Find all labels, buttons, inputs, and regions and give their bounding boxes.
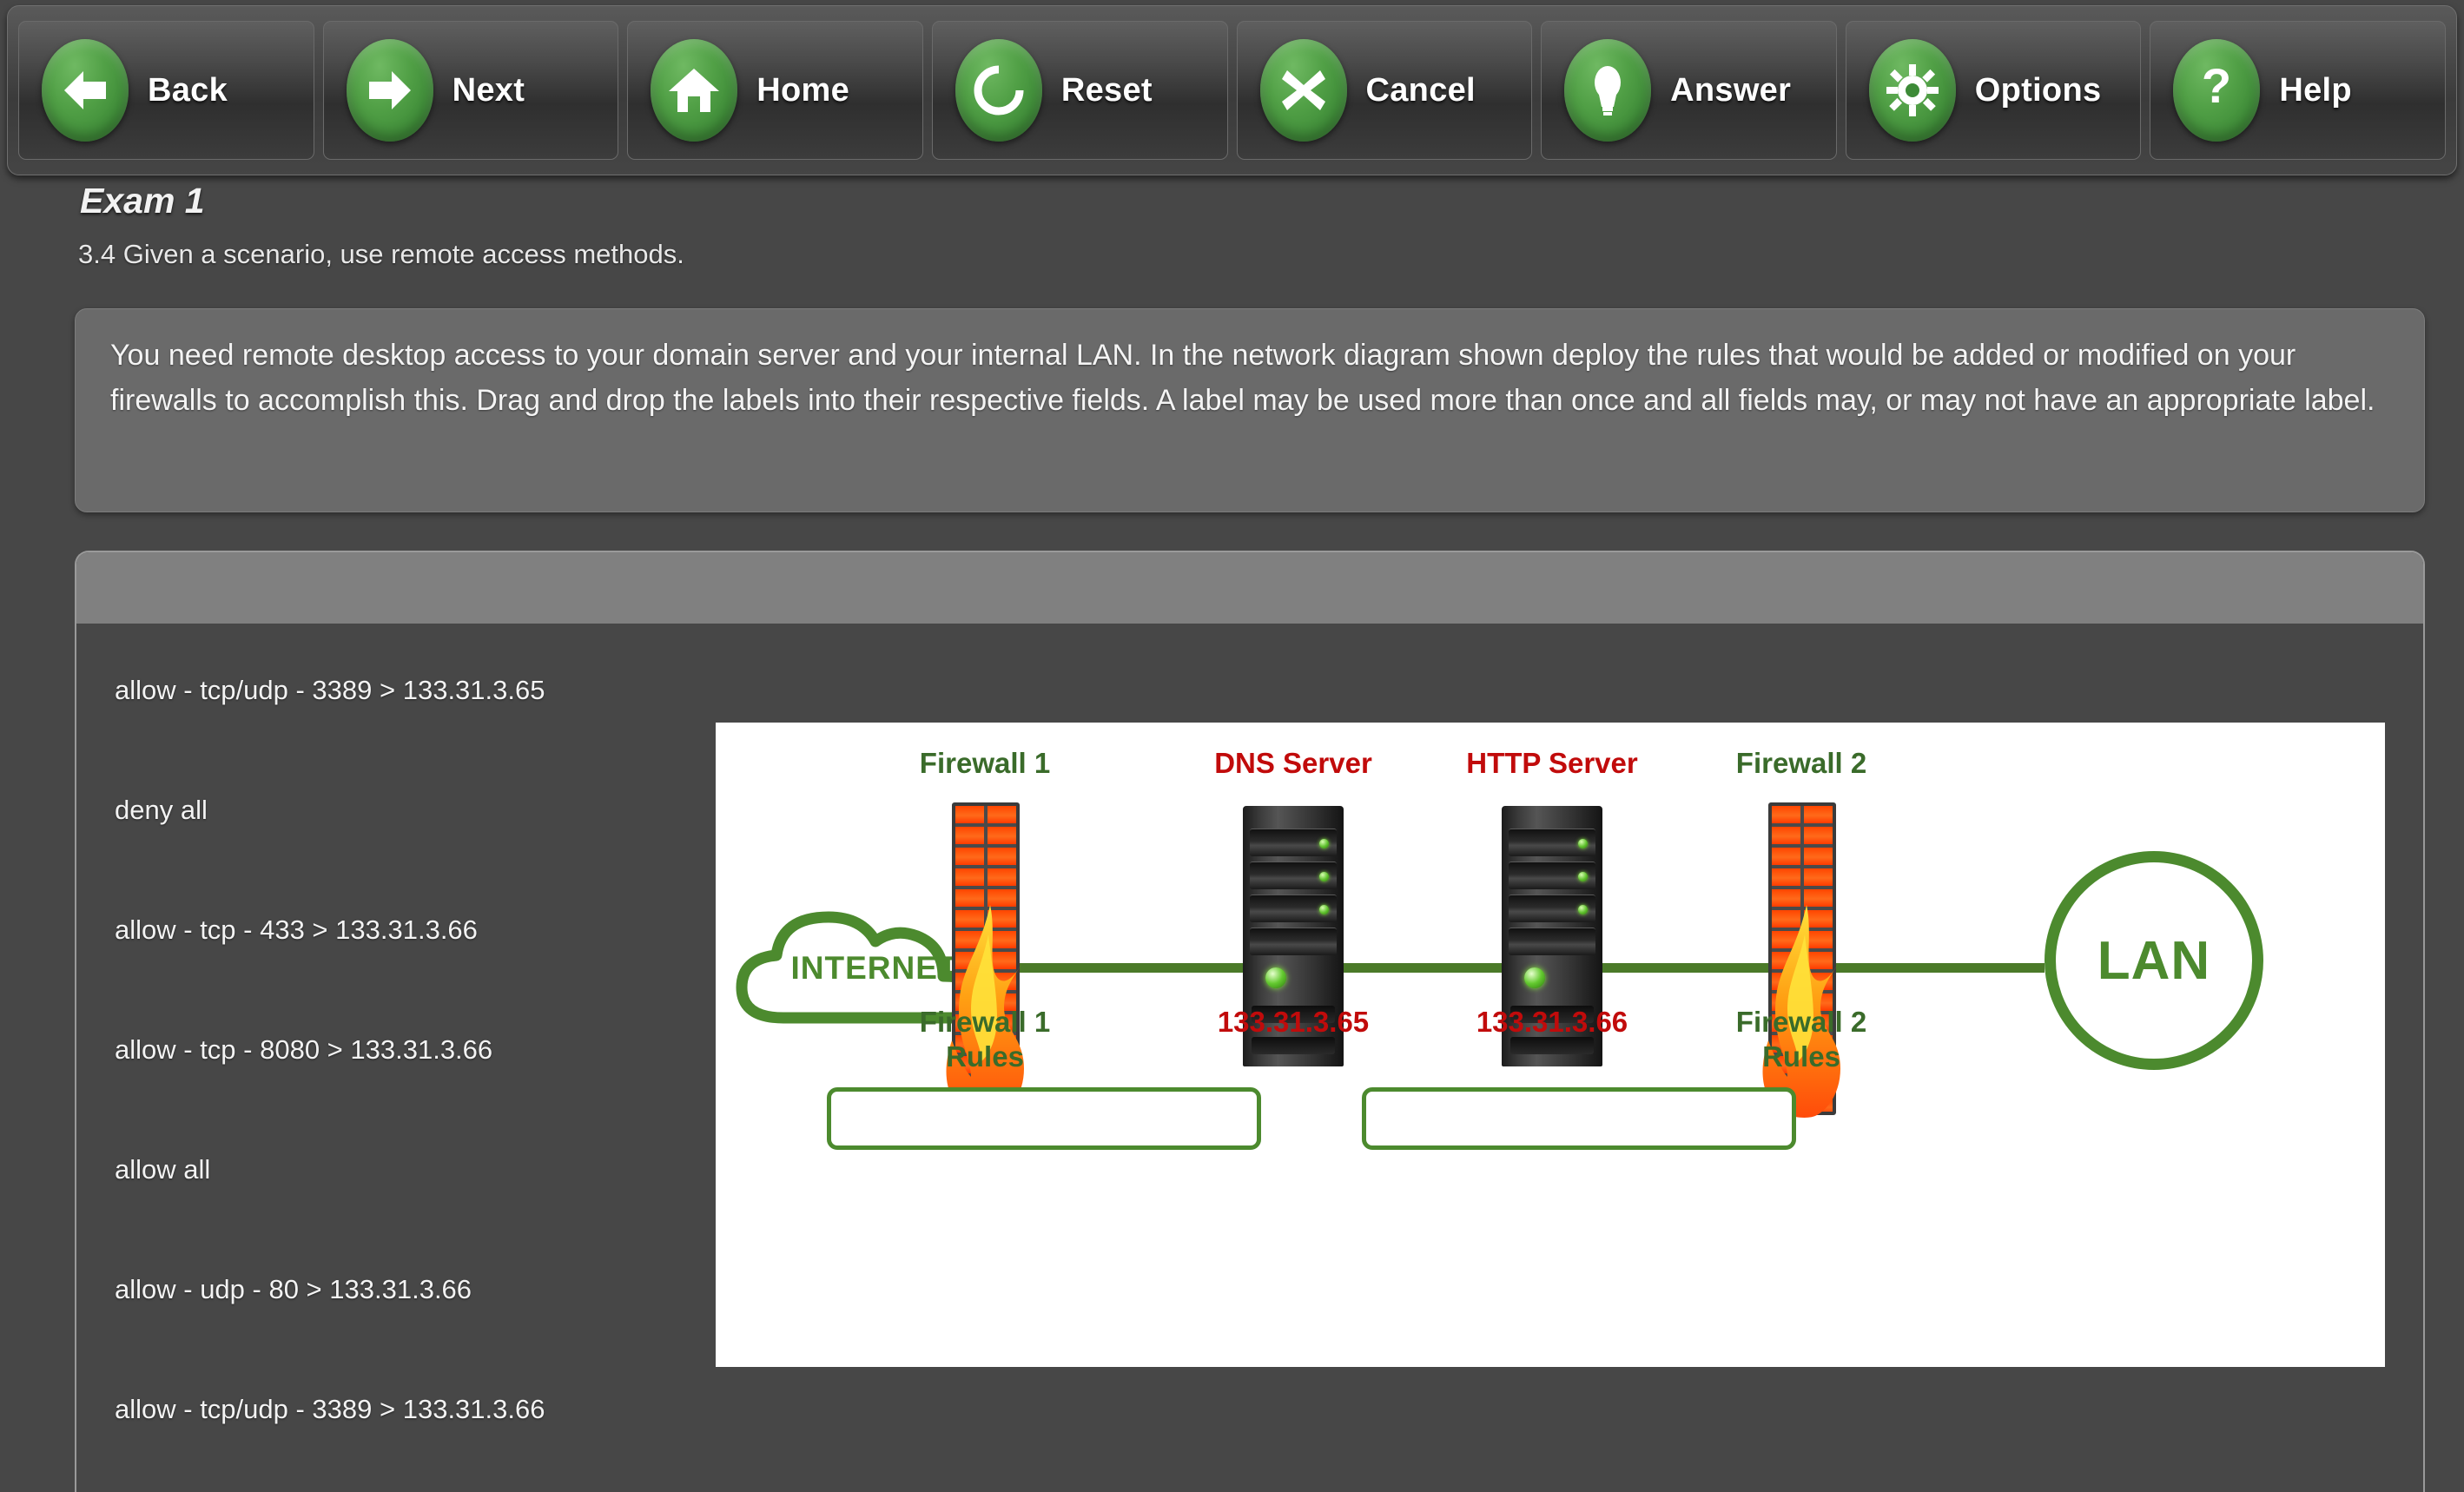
panel-header-bar [76, 552, 2423, 624]
firewall2-rules-dropfield[interactable] [1362, 1087, 1796, 1150]
exam-title: Exam 1 [80, 181, 205, 221]
firewall2-title: Firewall 2 [1706, 747, 1897, 780]
dns-server-ip: 133.31.3.65 [1185, 1006, 1402, 1039]
close-x-icon [1260, 39, 1347, 142]
firewall1-rules-label-line1: Firewall 1 [889, 1006, 1080, 1039]
cancel-button[interactable]: Cancel [1237, 21, 1533, 160]
svg-text:?: ? [2202, 63, 2231, 113]
http-server-ip: 133.31.3.66 [1443, 1006, 1661, 1039]
reset-button[interactable]: Reset [932, 21, 1228, 160]
http-server-title: HTTP Server [1443, 747, 1661, 780]
arrow-right-icon [347, 39, 433, 142]
scenario-text: You need remote desktop access to your d… [110, 333, 2389, 423]
firewall1-rules-dropfield[interactable] [827, 1087, 1261, 1150]
help-button[interactable]: ? Help [2150, 21, 2446, 160]
scenario-box: You need remote desktop access to your d… [75, 308, 2425, 512]
drag-label[interactable]: allow - udp - 80 > 133.31.3.66 [76, 1264, 702, 1384]
answer-button[interactable]: Answer [1541, 21, 1837, 160]
lan-circle-icon: LAN [2045, 851, 2263, 1070]
drag-label[interactable]: allow - tcp - 433 > 133.31.3.66 [76, 905, 702, 1025]
firewall2-rules-label-line1: Firewall 2 [1706, 1006, 1897, 1039]
answer-button-label: Answer [1670, 72, 1791, 109]
reset-button-label: Reset [1061, 72, 1153, 109]
drag-label[interactable]: allow - tcp/udp - 3389 > 133.31.3.65 [76, 665, 702, 785]
network-diagram: INTERNET Firewall 1 [716, 723, 2385, 1367]
cancel-button-label: Cancel [1366, 72, 1476, 109]
objective-text: 3.4 Given a scenario, use remote access … [78, 239, 684, 270]
help-button-label: Help [2279, 72, 2352, 109]
back-button-label: Back [148, 72, 228, 109]
panel-body: allow - tcp/udp - 3389 > 133.31.3.65 den… [76, 624, 2423, 1492]
toolbar: Back Next Home Reset Cancel [7, 5, 2457, 175]
drag-label[interactable]: allow - tcp/udp - 3389 > 133.31.3.66 [76, 1384, 702, 1492]
drag-label[interactable]: allow - tcp - 8080 > 133.31.3.66 [76, 1025, 702, 1145]
firewall2-rules-label-line2: Rules [1706, 1040, 1897, 1073]
question-mark-icon: ? [2173, 39, 2260, 142]
options-button[interactable]: Options [1846, 21, 2142, 160]
drag-label[interactable]: allow all [76, 1145, 702, 1264]
drag-label[interactable]: deny all [76, 785, 702, 905]
dns-server-title: DNS Server [1185, 747, 1402, 780]
home-button-label: Home [756, 72, 849, 109]
label-bank: allow - tcp/udp - 3389 > 133.31.3.65 den… [76, 624, 702, 1492]
arrow-left-icon [42, 39, 129, 142]
options-button-label: Options [1975, 72, 2102, 109]
question-panel: allow - tcp/udp - 3389 > 133.31.3.65 den… [75, 551, 2425, 1492]
home-button[interactable]: Home [627, 21, 923, 160]
home-icon [651, 39, 737, 142]
next-button-label: Next [453, 72, 525, 109]
lan-label: LAN [2097, 930, 2210, 992]
refresh-icon [955, 39, 1042, 142]
firewall1-title: Firewall 1 [889, 747, 1080, 780]
firewall1-rules-label-line2: Rules [889, 1040, 1080, 1073]
back-button[interactable]: Back [18, 21, 314, 160]
next-button[interactable]: Next [323, 21, 619, 160]
wire-fw2-lan [1836, 963, 2045, 973]
lightbulb-icon [1564, 39, 1651, 142]
gear-icon [1869, 39, 1956, 142]
